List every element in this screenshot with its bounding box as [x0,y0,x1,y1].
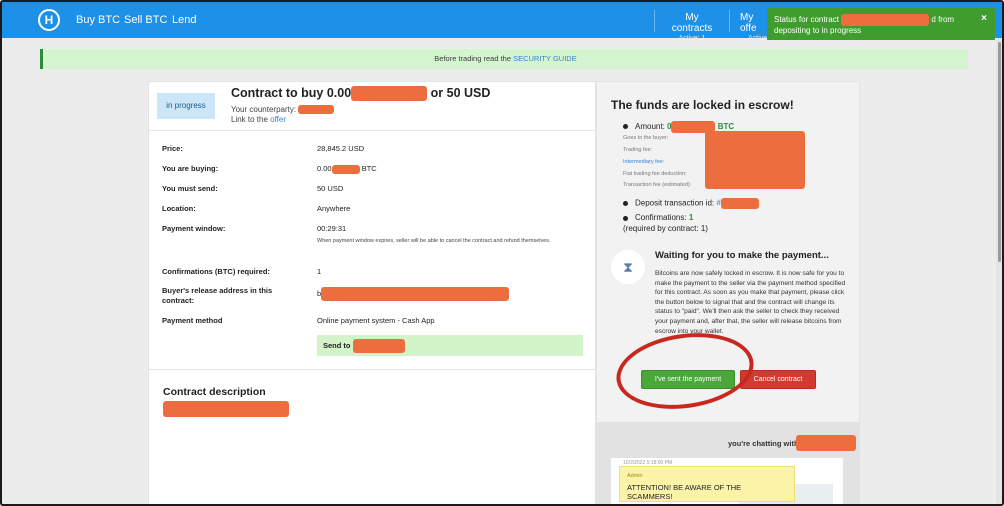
contract-title-before: Contract to buy 0.00 [231,86,352,100]
payment-window-value: 00:29:31 [317,224,347,233]
buying-value: 0.00 BTC [317,164,377,174]
divider [149,369,595,370]
nav-my-offers-label: My offe [740,12,757,34]
redacted-btc-amount [331,164,360,174]
required-note: (required by contract: 1) [623,224,708,233]
amount-label: Amount: [635,122,665,132]
security-banner: Before trading read the SECURITY GUIDE [40,49,968,69]
send-value: 50 USD [317,184,344,193]
logo-icon[interactable]: H [38,9,60,31]
confirmations-line: Confirmations: 1 [635,213,693,222]
admin-name: Admin [627,473,643,479]
send-to-box: Send to [317,335,583,356]
redacted-counterparty[interactable] [298,105,335,115]
waiting-title: Waiting for you to make the payment... [655,250,829,261]
location-value: Anywhere [317,204,351,213]
nav-divider [654,10,655,32]
contract-title-after: or 50 USD [430,86,491,100]
redacted-amount [351,86,428,102]
redacted-deposit-id [720,198,759,209]
release-address-value: b [317,287,510,301]
escrow-confirmations-label: Confirmations: [635,213,687,222]
divider [149,130,595,131]
security-text: Before trading read the [434,54,511,63]
waiting-text: Bitcoins are now safely locked in escrow… [655,270,846,335]
fiat-deduction-label: Fiat trading fee deduction: [623,171,687,177]
redacted-release-address [321,287,510,301]
payment-method-label: Payment method [162,316,223,325]
price-value: 28,845.2 USD [317,144,365,153]
confirmations-value: 1 [317,267,322,276]
payment-window-label: Payment window: [162,224,226,233]
nav-my-contracts-active: Active: 1 [678,35,706,42]
payment-method-value: Online payment system - Cash App [317,316,435,325]
price-label: Price: [162,144,183,153]
nav-buy-btc[interactable]: Buy BTC [76,14,120,26]
escrow-confirmations-value: 1 [688,213,694,222]
counterparty-line: Your counterparty: [231,105,335,115]
status-toast: Status for contract d from depositing to… [767,8,995,40]
transaction-fee-label: Transaction fee (estimated): [623,182,692,188]
deposit-line: Deposit transaction id: # [635,198,759,209]
admin-message-text: ATTENTION! BE AWARE OF THE SCAMMERS! [627,483,742,501]
buying-value-before: 0.00 [317,164,332,173]
nav-my-offers[interactable]: My offe Active [740,12,770,42]
contract-description-title: Contract description [163,386,266,398]
nav-my-contracts-label: My contracts [671,12,713,34]
link-label: Link to the [231,115,268,124]
offer-link[interactable]: offer [270,115,286,124]
nav-my-contracts[interactable]: My contracts Active: 1 [666,12,718,42]
buying-label: You are buying: [162,164,219,173]
location-label: Location: [162,204,196,213]
send-label: You must send: [162,184,218,193]
send-to-label: Send to [323,341,351,350]
bullet [623,216,628,221]
status-badge: in progress [157,93,215,119]
deposit-label: Deposit transaction id: [635,198,715,208]
intermediary-fee-label[interactable]: Intermediary fee: [623,159,664,165]
bullet [623,124,628,129]
redacted-contract-id [841,14,930,26]
redacted-description [163,401,289,417]
close-icon[interactable]: × [981,14,987,24]
counterparty-label: Your counterparty: [231,105,297,114]
contract-title: Contract to buy 0.00 or 50 USD [231,86,491,102]
nav-lend[interactable]: Lend [172,14,196,26]
contract-panel: in progress Contract to buy 0.00 or 50 U… [148,81,596,504]
payment-window-note: When payment window expires, seller will… [317,238,551,244]
escrow-panel: The funds are locked in escrow! Amount: … [596,81,860,504]
offer-link-line: Link to the offer [231,115,286,124]
buying-value-after: BTC [361,164,377,173]
goes-to-buyer-label: Goes to the buyer: [623,135,669,141]
hourglass-icon: ⧗ [611,250,645,284]
toast-text-before: Status for contract [774,15,839,25]
nav-divider [729,10,730,32]
trading-fee-label: Trading fee: [623,147,653,153]
nav-sell-btc[interactable]: Sell BTC [124,14,167,26]
amount-unit: BTC [717,122,735,132]
scrollbar-thumb[interactable] [998,42,1001,262]
redacted-fee-values [705,131,805,189]
security-guide-link[interactable]: SECURITY GUIDE [513,54,577,63]
bullet [623,201,628,206]
redacted-recipient [352,339,405,354]
admin-message: Admin ATTENTION! BE AWARE OF THE SCAMMER… [619,466,795,502]
redacted-chat-partner [796,435,856,451]
release-address-label: Buyer's release address in this contract… [162,286,273,305]
chatting-with-label: you're chatting with [728,439,799,448]
browser-frame: H Buy BTC Sell BTC Lend My contracts Act… [0,0,1004,506]
confirmations-label: Confirmations (BTC) required: [162,267,270,276]
escrow-title: The funds are locked in escrow! [611,98,794,112]
